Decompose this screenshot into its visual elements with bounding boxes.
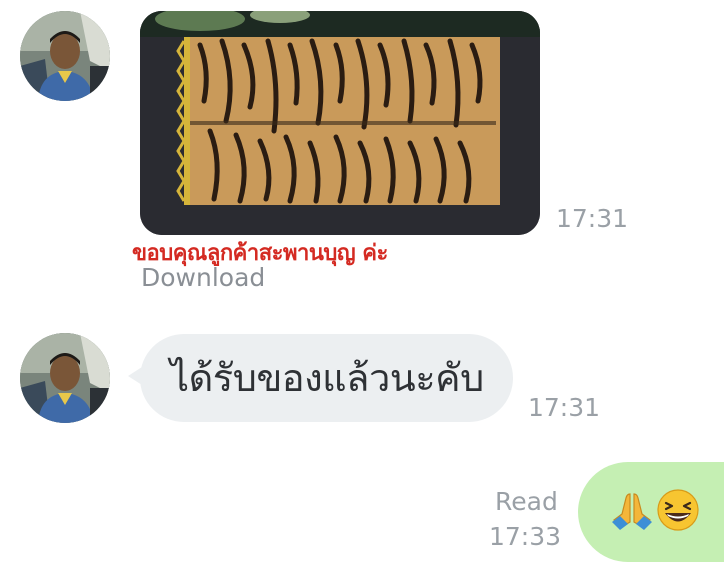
message-timestamp: 17:31 (528, 393, 601, 422)
grinning-squinting-face-emoji (656, 488, 700, 532)
download-link[interactable]: Download (141, 263, 265, 293)
message-timestamp: 17:33 (489, 522, 562, 551)
folded-hands-emoji (610, 488, 654, 532)
incoming-message-bubble[interactable]: ได้รับของแล้วนะคับ (128, 334, 513, 422)
message-timestamp: 17:31 (556, 204, 629, 233)
contact-avatar[interactable] (20, 333, 110, 423)
contact-avatar[interactable] (20, 11, 110, 101)
message-text: ได้รับของแล้วนะคับ (170, 356, 484, 400)
received-photo[interactable] (140, 11, 540, 235)
read-receipt: Read (495, 487, 558, 516)
